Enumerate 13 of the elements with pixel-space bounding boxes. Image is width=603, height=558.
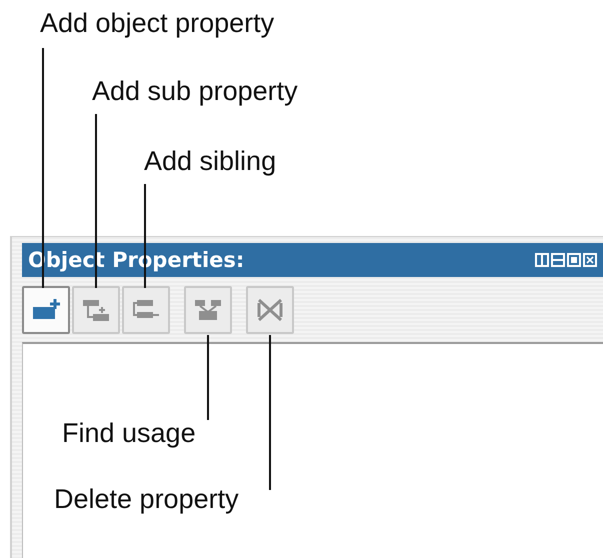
delete-icon [255,297,285,323]
callout-label: Add sub property [92,76,298,107]
callout-label: Delete property [54,484,239,515]
maximize-icon[interactable] [567,253,581,267]
hierarchy-icon [193,297,223,323]
callout-label: Add object property [40,8,274,39]
tree-add-icon [81,297,111,323]
callout-label: Add sibling [144,146,276,177]
close-icon[interactable] [583,253,597,267]
callout-label: Find usage [62,418,196,449]
rows-icon[interactable] [551,253,565,267]
toolbar-button[interactable] [22,286,70,334]
columns-icon[interactable] [535,253,549,267]
